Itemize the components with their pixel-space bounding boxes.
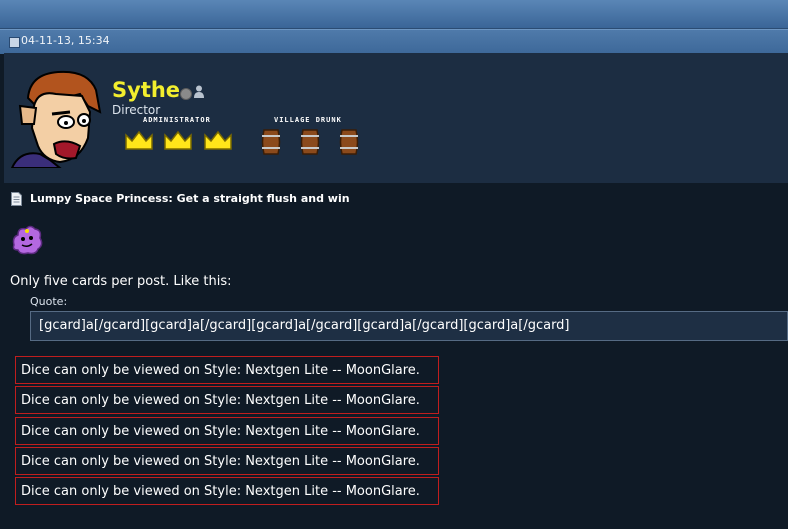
user-title: Director bbox=[112, 103, 161, 117]
quote-box: [gcard]a[/gcard][gcard]a[/gcard][gcard]a… bbox=[30, 311, 788, 341]
dice-notice: Dice can only be viewed on Style: Nextge… bbox=[15, 386, 439, 414]
user-profile-icon[interactable] bbox=[193, 85, 205, 99]
thread-top-bar bbox=[0, 0, 788, 29]
dice-notice: Dice can only be viewed on Style: Nextge… bbox=[15, 477, 439, 505]
post-date-bar: 04-11-13, 15:34 bbox=[0, 29, 788, 54]
barrel-icon bbox=[300, 129, 320, 155]
rank-label-administrator: ADMINISTRATOR bbox=[143, 116, 211, 124]
rank-label-village-drunk: VILLAGE DRUNK bbox=[274, 116, 342, 124]
username[interactable]: Sythe bbox=[112, 78, 180, 102]
lumpy-space-princess-icon bbox=[12, 225, 43, 255]
user-avatar[interactable] bbox=[10, 68, 106, 168]
offline-status-icon bbox=[180, 88, 192, 100]
post-title: Lumpy Space Princess: Get a straight flu… bbox=[30, 192, 350, 205]
post-date: 04-11-13, 15:34 bbox=[21, 34, 110, 47]
barrel-icon bbox=[339, 129, 359, 155]
dice-notice: Dice can only be viewed on Style: Nextge… bbox=[15, 417, 439, 445]
post-body-text: Only five cards per post. Like this: bbox=[10, 274, 232, 289]
user-info-block: Sythe Director ADMINISTRATOR VILLAGE DRU… bbox=[4, 53, 788, 183]
crown-icon bbox=[164, 130, 192, 150]
dice-notice: Dice can only be viewed on Style: Nextge… bbox=[15, 356, 439, 384]
crown-icon bbox=[125, 130, 153, 150]
quote-label: Quote: bbox=[30, 295, 68, 308]
post-content: Lumpy Space Princess: Get a straight flu… bbox=[4, 185, 788, 529]
post-icon bbox=[9, 37, 20, 48]
document-icon bbox=[11, 192, 22, 206]
dice-notice: Dice can only be viewed on Style: Nextge… bbox=[15, 447, 439, 475]
barrel-icon bbox=[261, 129, 281, 155]
crown-icon bbox=[204, 130, 232, 150]
